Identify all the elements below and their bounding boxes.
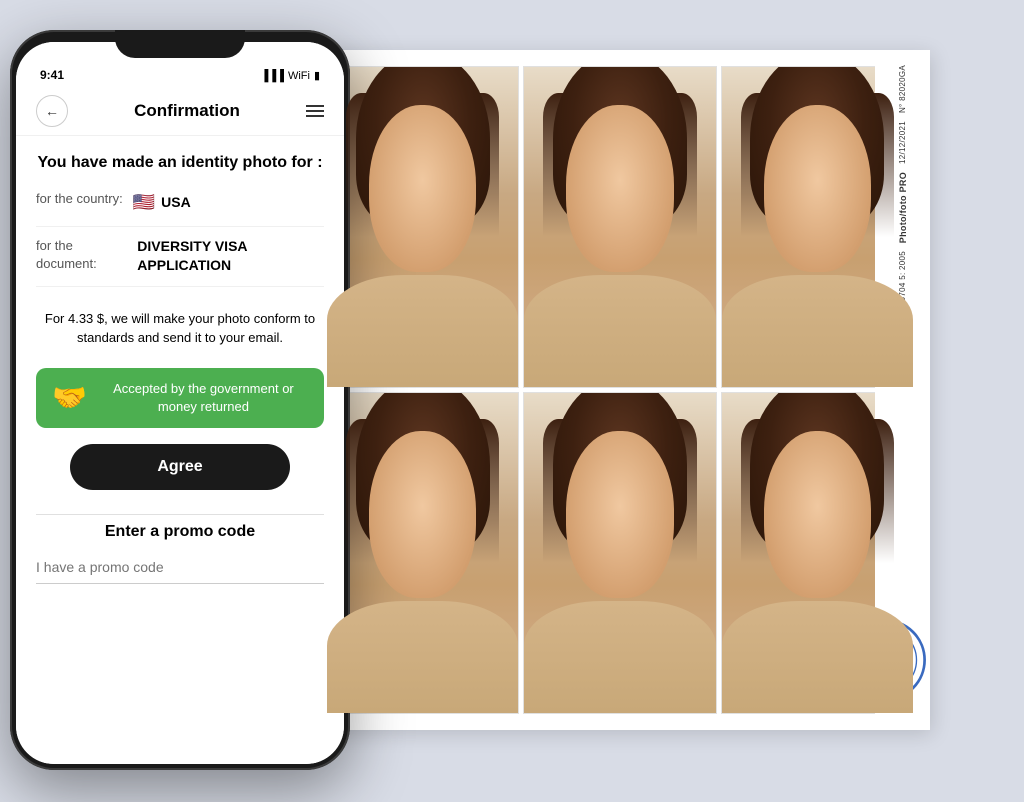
phone-notch xyxy=(115,30,245,58)
price-text: For 4.33 $, we will make your photo conf… xyxy=(36,309,324,348)
photo-cell-4 xyxy=(326,392,519,714)
guarantee-text: Accepted by the government or money retu… xyxy=(99,380,308,416)
photo-cell-1 xyxy=(326,66,519,388)
photo-cell-5 xyxy=(523,392,716,714)
document-label: for the document: xyxy=(36,237,127,273)
identity-title: You have made an identity photo for : xyxy=(36,152,324,174)
menu-line-2 xyxy=(306,110,324,112)
scene: N° 82020GA 12/12/2021 Photo/foto PRO ISO… xyxy=(0,0,1024,802)
nav-title: Confirmation xyxy=(134,101,240,121)
status-time: 9:41 xyxy=(40,68,64,82)
status-icons: ▐▐▐ WiFi ▮ xyxy=(261,69,320,82)
divider xyxy=(36,514,324,515)
photo-sheet: N° 82020GA 12/12/2021 Photo/foto PRO ISO… xyxy=(310,50,930,730)
country-value: 🇺🇸 USA xyxy=(133,190,191,215)
menu-line-3 xyxy=(306,115,324,117)
agree-button[interactable]: Agree xyxy=(70,444,290,490)
wifi-icon: WiFi xyxy=(288,70,310,82)
photo-date: 12/12/2021 xyxy=(898,121,907,164)
nav-bar: ← Confirmation xyxy=(16,86,344,136)
photo-sheet-wrapper: N° 82020GA 12/12/2021 Photo/foto PRO ISO… xyxy=(310,50,1010,750)
country-row: for the country: 🇺🇸 USA xyxy=(36,190,324,226)
phone-screen: 9:41 ▐▐▐ WiFi ▮ ← Confirmation Y xyxy=(16,42,344,764)
signal-icon: ▐▐▐ xyxy=(261,70,284,82)
battery-icon: ▮ xyxy=(314,69,320,82)
document-value: DIVERSITY VISA APPLICATION xyxy=(137,237,324,276)
country-label: for the country: xyxy=(36,190,123,208)
usa-flag-icon: 🇺🇸 xyxy=(133,190,155,215)
photo-cell-2 xyxy=(523,66,716,388)
promo-input[interactable] xyxy=(36,551,324,584)
phone: 9:41 ▐▐▐ WiFi ▮ ← Confirmation Y xyxy=(10,30,350,770)
photo-cell-3 xyxy=(721,66,914,388)
promo-title: Enter a promo code xyxy=(36,523,324,541)
menu-button[interactable] xyxy=(306,105,324,117)
handshake-icon: 🤝 xyxy=(52,381,87,414)
guarantee-banner: 🤝 Accepted by the government or money re… xyxy=(36,368,324,428)
document-row: for the document: DIVERSITY VISA APPLICA… xyxy=(36,237,324,287)
menu-line-1 xyxy=(306,105,324,107)
country-name: USA xyxy=(161,193,191,213)
photo-brand: Photo/foto PRO xyxy=(898,172,908,243)
photo-number: N° 82020GA xyxy=(898,65,907,113)
back-button[interactable]: ← xyxy=(36,95,68,127)
photo-cell-6 xyxy=(721,392,914,714)
screen-content: You have made an identity photo for : fo… xyxy=(16,136,344,764)
